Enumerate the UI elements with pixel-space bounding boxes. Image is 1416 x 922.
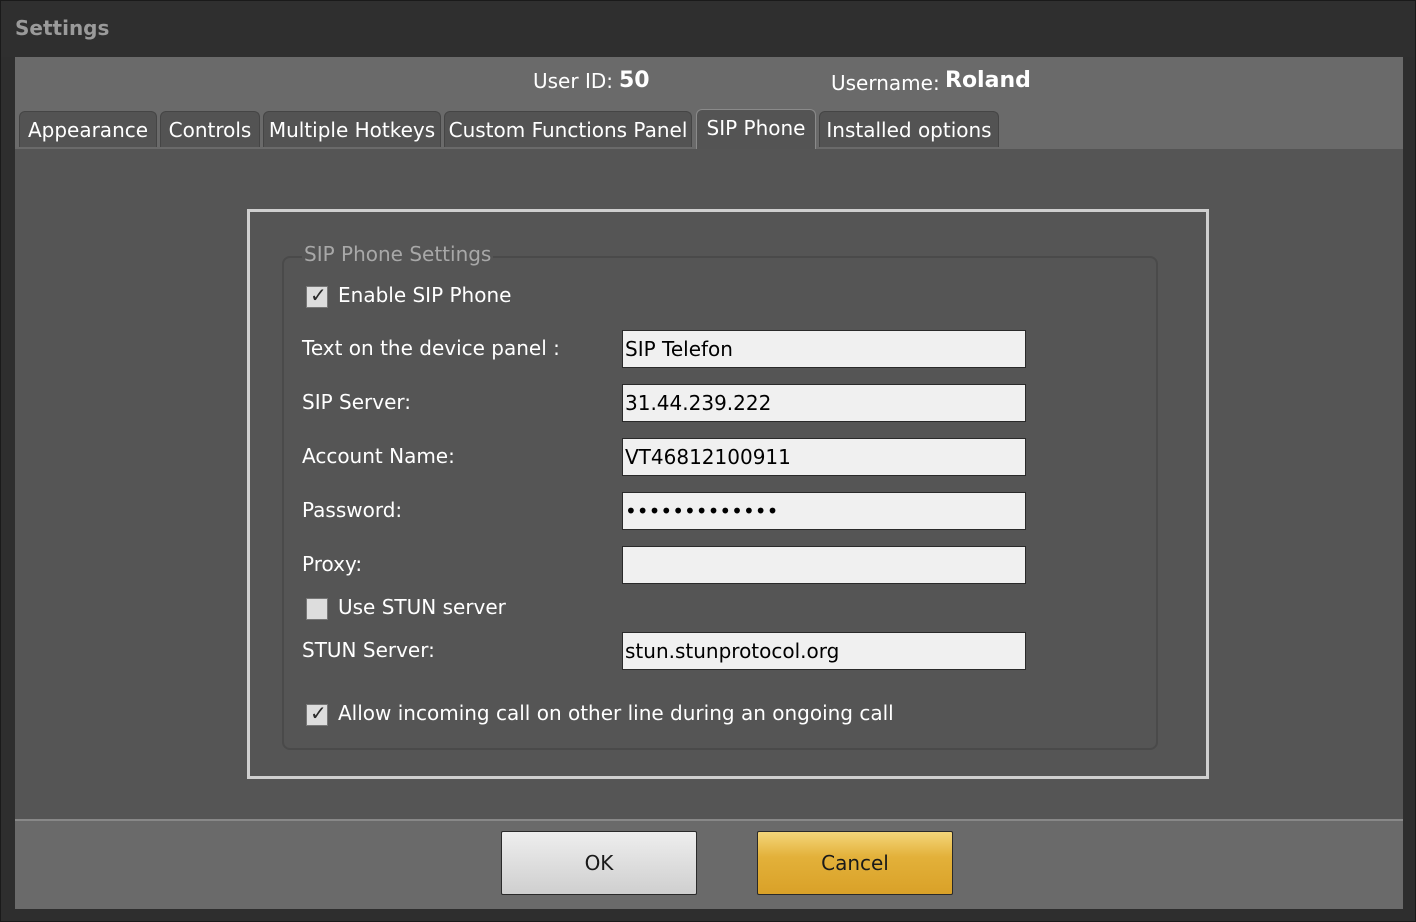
username-value: Roland	[945, 68, 1031, 93]
user-id-label: User ID:	[533, 69, 613, 93]
enable-sip-phone-checkbox[interactable]: ✓	[306, 283, 328, 308]
username-label: Username:	[831, 71, 940, 95]
user-info-bar: User ID: 50 Username: Roland	[15, 57, 1403, 109]
group-title: SIP Phone Settings	[302, 242, 494, 266]
tab-sip-phone[interactable]: SIP Phone	[696, 109, 816, 149]
check-icon: ✓	[310, 701, 327, 725]
ok-button[interactable]: OK	[501, 831, 697, 895]
tab-strip: Appearance Controls Multiple Hotkeys Cus…	[15, 109, 1403, 151]
tab-content: SIP Phone Settings ✓ Enable SIP Phone Te…	[15, 151, 1403, 819]
tab-installed-options[interactable]: Installed options	[819, 111, 999, 147]
sip-server-input[interactable]	[622, 384, 1026, 422]
use-stun-server-label: Use STUN server	[338, 595, 506, 619]
proxy-label: Proxy:	[302, 552, 363, 576]
stun-server-input[interactable]	[622, 632, 1026, 670]
use-stun-server-checkbox[interactable]	[306, 598, 328, 620]
tab-controls[interactable]: Controls	[160, 111, 260, 147]
allow-incoming-call-label: Allow incoming call on other line during…	[338, 701, 894, 725]
proxy-input[interactable]	[622, 546, 1026, 584]
cancel-button[interactable]: Cancel	[757, 831, 953, 895]
user-id-value: 50	[619, 68, 650, 93]
device-panel-text-input[interactable]	[622, 330, 1026, 368]
password-label: Password:	[302, 498, 403, 522]
dialog-footer: OK Cancel	[15, 819, 1403, 909]
account-name-input[interactable]	[622, 438, 1026, 476]
settings-window: Settings User ID: 50 Username: Roland Ap…	[0, 0, 1416, 922]
password-input[interactable]	[622, 492, 1026, 530]
check-icon: ✓	[310, 283, 327, 307]
tab-appearance[interactable]: Appearance	[19, 111, 157, 147]
tab-custom-functions-panel[interactable]: Custom Functions Panel	[444, 111, 692, 147]
sip-phone-settings-group: SIP Phone Settings ✓ Enable SIP Phone Te…	[282, 242, 1158, 750]
stun-server-label: STUN Server:	[302, 638, 435, 662]
sip-settings-panel: SIP Phone Settings ✓ Enable SIP Phone Te…	[247, 209, 1209, 779]
enable-sip-phone-label: Enable SIP Phone	[338, 283, 512, 307]
account-name-label: Account Name:	[302, 444, 455, 468]
device-panel-text-label: Text on the device panel :	[302, 336, 560, 360]
tab-multiple-hotkeys[interactable]: Multiple Hotkeys	[263, 111, 441, 147]
window-title: Settings	[15, 16, 110, 40]
sip-server-label: SIP Server:	[302, 390, 411, 414]
settings-body: User ID: 50 Username: Roland Appearance …	[15, 57, 1403, 909]
allow-incoming-call-checkbox[interactable]: ✓	[306, 701, 328, 726]
title-bar[interactable]: Settings	[1, 1, 1415, 57]
